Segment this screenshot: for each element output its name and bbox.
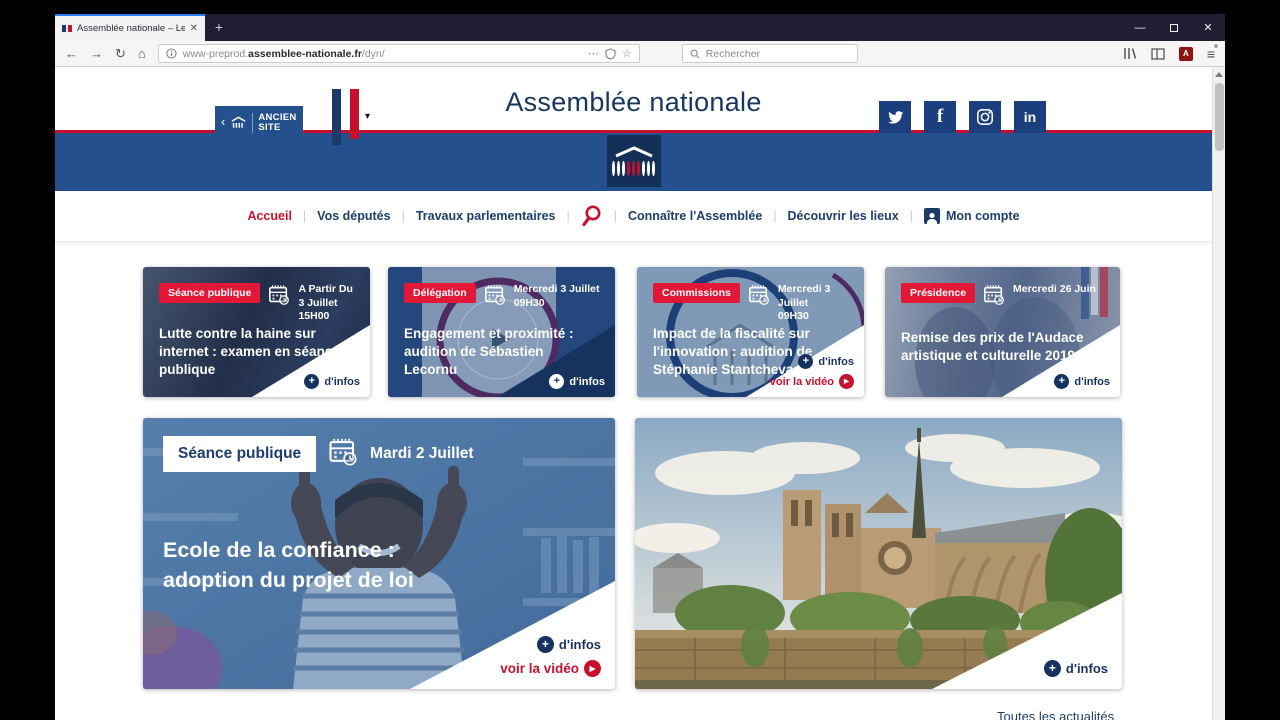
- all-news-link[interactable]: Toutes les actualités: [997, 709, 1114, 720]
- tracking-shield-icon[interactable]: [605, 47, 616, 60]
- main-navigation: Accueil | Vos députés | Travaux parlemen…: [55, 191, 1212, 242]
- page-scrollbar[interactable]: [1212, 67, 1225, 720]
- calendar-icon: [748, 284, 770, 311]
- url-text: www-preprod.assemblee-nationale.fr/dyn/: [182, 47, 385, 60]
- featured-card-right[interactable]: + d'infos: [635, 418, 1122, 689]
- chevron-down-icon: ▾: [365, 111, 371, 122]
- card-badge: Délégation: [404, 283, 476, 303]
- site-info-icon[interactable]: [166, 48, 177, 59]
- play-icon: ▶: [584, 660, 601, 677]
- adobe-pdf-icon[interactable]: A: [1178, 46, 1193, 61]
- more-info-link[interactable]: + d'infos: [1043, 660, 1108, 677]
- card-date: Mercredi 26 Juin: [1013, 283, 1096, 295]
- nav-item-vos-deputes[interactable]: Vos députés: [317, 209, 390, 223]
- nav-item-accueil[interactable]: Accueil: [247, 209, 291, 223]
- plus-icon: +: [1043, 660, 1061, 677]
- browser-search-bar[interactable]: Rechercher: [681, 44, 858, 63]
- tab-close-icon[interactable]: ✕: [190, 23, 198, 34]
- instagram-icon[interactable]: [969, 101, 1001, 133]
- sidebar-icon[interactable]: [1151, 47, 1165, 60]
- header-band: [55, 133, 1212, 191]
- bookmark-star-icon[interactable]: ☆: [622, 47, 632, 60]
- card-date: Mercredi 3 Juillet 09H30: [513, 283, 600, 309]
- flag-blue-bar: [332, 89, 341, 145]
- close-icon[interactable]: ✕: [1191, 14, 1225, 41]
- home-icon[interactable]: ⌂: [138, 46, 146, 61]
- minimize-icon[interactable]: —: [1123, 14, 1157, 41]
- card-date: A Partir Du 3 Juillet 15H00: [298, 283, 353, 323]
- assemblee-emblem[interactable]: [606, 135, 661, 187]
- more-info-link[interactable]: + d'infos: [304, 374, 360, 389]
- ancien-site-button[interactable]: ‹ ANCIEN SITE: [215, 106, 303, 139]
- chevron-left-icon: ‹: [221, 114, 226, 129]
- language-selector[interactable]: ▾: [332, 89, 378, 147]
- plus-icon: +: [798, 354, 814, 369]
- facebook-icon[interactable]: f: [924, 101, 956, 133]
- plus-icon: +: [549, 374, 565, 389]
- more-info-link[interactable]: + d'infos: [770, 354, 854, 369]
- maximize-icon[interactable]: [1157, 14, 1191, 41]
- calendar-icon: [983, 284, 1005, 311]
- more-info-link[interactable]: + d'infos: [549, 374, 605, 389]
- watch-video-link[interactable]: voir la vidéo ▶: [500, 660, 601, 677]
- browser-window: Assemblée nationale – Les dép ✕ + — ✕ ← …: [55, 14, 1225, 720]
- ancien-site-label: ANCIEN SITE: [258, 111, 297, 133]
- news-card-4[interactable]: Présidence Mercredi 26 Juin Remise des p…: [885, 267, 1120, 397]
- menu-hamburger-icon[interactable]: ≡: [1207, 42, 1219, 62]
- calendar-icon: [268, 284, 290, 311]
- scrollbar-thumb[interactable]: [1215, 83, 1224, 151]
- linkedin-icon[interactable]: in: [1014, 101, 1046, 133]
- account-icon: [923, 208, 940, 224]
- calendar-icon: [328, 437, 358, 472]
- featured-card-left[interactable]: Séance publique Mardi 2 Juillet Ecole de…: [143, 418, 615, 689]
- forward-icon[interactable]: →: [90, 46, 103, 61]
- nav-item-decouvrir[interactable]: Découvrir les lieux: [788, 209, 899, 223]
- play-icon: ▶: [839, 374, 854, 389]
- back-icon[interactable]: ←: [65, 46, 78, 61]
- assemblee-logo-icon: [231, 115, 246, 128]
- news-card-1[interactable]: Séance publique A Partir Du 3 Juillet 15H…: [143, 267, 370, 397]
- more-info-link[interactable]: + d'infos: [1054, 374, 1110, 389]
- card-date: Mardi 2 Juillet: [370, 445, 474, 462]
- watch-video-link[interactable]: voir la vidéo ▶: [770, 374, 854, 389]
- card-title: Ecole de la confiance : adoption du proj…: [163, 538, 414, 592]
- news-card-3[interactable]: Commissions Mercredi 3 Juillet 09H30 Impa…: [637, 267, 864, 397]
- webpage: Assemblée nationale ‹ ANCIENSITE ▾ f in: [55, 67, 1212, 720]
- plus-icon: +: [536, 636, 554, 653]
- nav-item-connaitre[interactable]: Connaître l'Assemblée: [628, 209, 762, 223]
- browser-toolbar: ← → ↻ ⌂ www-preprod.assemblee-nationale.…: [55, 41, 1225, 67]
- plus-icon: +: [304, 374, 320, 389]
- twitter-icon[interactable]: [879, 101, 911, 133]
- reload-icon[interactable]: ↻: [115, 46, 126, 62]
- calendar-icon: [484, 284, 506, 311]
- card-badge: Commissions: [653, 283, 740, 303]
- tab-title: Assemblée nationale – Les dép: [77, 23, 185, 34]
- plus-icon: +: [1054, 374, 1070, 389]
- new-tab-button[interactable]: +: [205, 14, 233, 41]
- card-badge: Séance publique: [159, 283, 261, 303]
- browser-titlebar: Assemblée nationale – Les dép ✕ + — ✕: [55, 14, 1225, 41]
- card-badge: Présidence: [901, 283, 976, 303]
- scroll-up-icon[interactable]: [1215, 72, 1223, 77]
- library-icon[interactable]: [1123, 47, 1137, 60]
- browser-tab[interactable]: Assemblée nationale – Les dép ✕: [55, 14, 205, 41]
- news-card-2[interactable]: Délégation Mercredi 3 Juillet 09H30 Engag…: [388, 267, 615, 397]
- nav-item-mon-compte[interactable]: Mon compte: [923, 208, 1020, 224]
- notification-dot: [1213, 42, 1219, 49]
- nav-item-travaux[interactable]: Travaux parlementaires: [416, 209, 556, 223]
- search-icon: [690, 49, 700, 59]
- url-bar[interactable]: www-preprod.assemblee-nationale.fr/dyn/ …: [157, 44, 640, 63]
- search-placeholder: Rechercher: [705, 47, 761, 60]
- more-info-link[interactable]: + d'infos: [500, 636, 601, 653]
- card-date: Mercredi 3 Juillet 09H30: [777, 283, 831, 323]
- card-badge: Séance publique: [163, 436, 317, 472]
- flag-red-bar: [350, 89, 359, 139]
- nav-search-icon[interactable]: [581, 204, 603, 228]
- tab-favicon: [62, 24, 72, 32]
- page-actions-icon[interactable]: ⋯: [588, 47, 599, 60]
